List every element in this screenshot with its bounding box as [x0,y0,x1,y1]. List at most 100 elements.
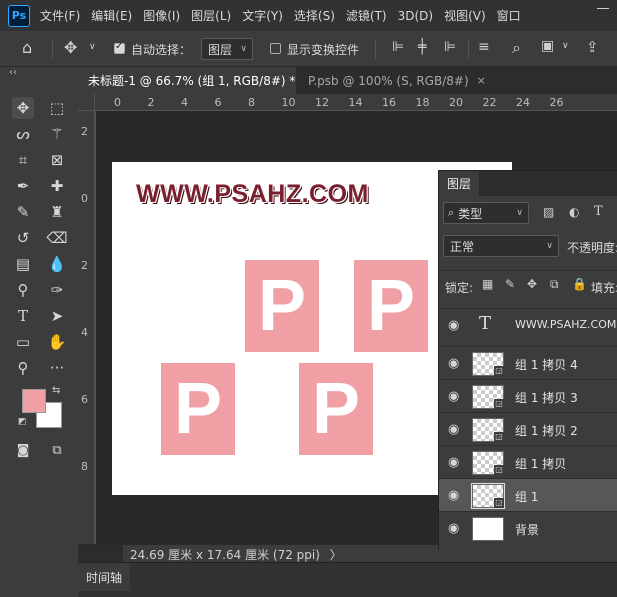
dodge-tool-icon[interactable]: ⚲ [12,279,34,301]
lock-label: 锁定: [445,281,474,295]
move-tool-icon[interactable]: ✥ [64,38,77,57]
layer-row[interactable]: ◉ ◲ 组 1 拷贝 3 [439,379,617,412]
eye-icon[interactable]: ◉ [448,389,459,404]
eye-icon[interactable]: ◉ [448,455,459,470]
eraser-tool-icon[interactable]: ⌫ [46,227,68,249]
auto-select-checkbox[interactable] [114,41,125,54]
zoom-field[interactable] [78,545,123,562]
smart-object-icon: ◲ [494,432,504,442]
eye-icon[interactable]: ◉ [448,422,459,437]
tab-untitled-1[interactable]: 未标题-1 @ 66.7% (组 1, RGB/8#) * × [78,67,313,94]
marquee-tool-icon[interactable]: ⬚ [46,97,68,119]
close-icon[interactable]: × [477,74,486,87]
menu-window[interactable]: 窗口 [497,7,521,24]
quick-mask-icon[interactable]: ◙ [12,439,34,461]
align-center-icon[interactable]: ╪ [418,39,426,55]
eye-icon[interactable]: ◉ [448,356,459,371]
default-colors-icon[interactable]: ◩ [18,417,27,427]
tab-layers[interactable]: 图层 [439,171,479,196]
history-brush-tool-icon[interactable]: ↺ [12,227,34,249]
p-tile: P [161,363,235,455]
frame-tool-icon[interactable]: ⊠ [46,149,68,171]
menu-image[interactable]: 图像(I) [143,7,180,24]
layer-row[interactable]: ◉ T WWW.PSAHZ.COM [439,308,617,341]
blend-mode-dropdown[interactable]: 正常 ∨ [443,235,559,257]
stamp-tool-icon[interactable]: ♜ [46,201,68,223]
swap-colors-icon[interactable]: ⇆ [52,385,60,396]
lock-pixels-icon[interactable]: ✎ [505,277,515,291]
ruler-number: 20 [449,96,463,109]
menu-view[interactable]: 视图(V) [444,7,486,24]
workspace-icon[interactable]: ▣ [541,38,554,54]
eye-icon[interactable]: ◉ [448,521,459,536]
layer-row[interactable]: ◉ 背景 [439,511,617,544]
tab-timeline[interactable]: 时间轴 [78,563,130,591]
layer-thumbnail: ◲ [472,451,504,475]
menu-type[interactable]: 文字(Y) [242,7,283,24]
eye-icon[interactable]: ◉ [448,488,459,503]
foreground-color-swatch[interactable] [22,389,46,413]
tab-p-psb[interactable]: P.psb @ 100% (S, RGB/8#) × [298,67,494,94]
layer-filter-dropdown[interactable]: ⌕ 类型 ∨ [443,202,529,224]
menu-layer[interactable]: 图层(L) [191,7,231,24]
eye-icon[interactable]: ◉ [448,318,459,333]
search-icon[interactable]: ⌕ [512,38,521,58]
tools-panel: ‹‹ ✥ ⬚ ᔕ ⚚ ⌗ ⊠ ✒ ✚ ✎ ♜ ↺ ⌫ ▤ 💧 ⚲ ✑ T ➤ ▭… [0,67,78,597]
smart-object-icon: ◲ [494,498,504,508]
type-filter-icon[interactable]: T [594,204,603,219]
more-tools-icon[interactable]: ··· [46,357,68,379]
document-size-text[interactable]: 24.69 厘米 x 17.64 厘米 (72 ppi) 〉 [130,546,342,563]
type-tool-icon[interactable]: T [12,305,34,327]
ruler-number: 22 [482,96,497,109]
screen-mode-icon[interactable]: ⧉ [46,439,68,461]
image-filter-icon[interactable]: ▨ [543,205,554,219]
layer-row-selected[interactable]: ◉ ◲ 组 1 [439,478,617,511]
adjustment-filter-icon[interactable]: ◐ [569,205,579,219]
brush-tool-icon[interactable]: ✎ [12,201,34,223]
chevron-down-icon[interactable]: ∨ [89,42,96,52]
healing-brush-tool-icon[interactable]: ✚ [46,175,68,197]
lock-position-icon[interactable]: ✥ [527,277,537,291]
menu-edit[interactable]: 编辑(E) [91,7,132,24]
chevron-down-icon[interactable]: ∨ [562,41,569,51]
home-icon[interactable]: ⌂ [22,38,32,57]
hand-tool-icon[interactable]: ✋ [46,331,68,353]
p-letter: P [366,266,416,346]
path-selection-tool-icon[interactable]: ➤ [46,305,68,327]
ruler-number: 0 [81,192,88,205]
lock-all-icon[interactable]: 🔒 [572,277,587,291]
rectangle-tool-icon[interactable]: ▭ [12,331,34,353]
ruler-origin[interactable] [78,94,95,111]
menu-3d[interactable]: 3D(D) [398,9,433,23]
search-icon: ⌕ [448,206,455,219]
minimize-icon[interactable] [597,8,609,9]
lock-artboard-icon[interactable]: ⧉ [550,277,559,292]
menu-filter[interactable]: 滤镜(T) [346,7,387,24]
magic-wand-tool-icon[interactable]: ⚚ [46,123,68,145]
align-left-icon[interactable]: ⊫ [392,39,404,55]
lasso-tool-icon[interactable]: ᔕ [12,123,34,145]
blur-tool-icon[interactable]: 💧 [46,253,68,275]
status-arrow-icon[interactable]: 〉 [330,548,342,562]
auto-select-target-dropdown[interactable]: 图层 ∨ [201,38,253,60]
layer-name: 组 1 [515,490,539,504]
layer-row[interactable]: ◉ ◲ 组 1 拷贝 [439,445,617,478]
menu-file[interactable]: 文件(F) [40,7,80,24]
auto-select-label: 自动选择： [131,43,192,57]
layer-row[interactable]: ◉ ◲ 组 1 拷贝 2 [439,412,617,445]
ruler-number: 0 [114,96,121,109]
pen-tool-icon[interactable]: ✑ [46,279,68,301]
crop-tool-icon[interactable]: ⌗ [12,149,34,171]
zoom-tool-icon[interactable]: ⚲ [12,357,34,379]
gradient-tool-icon[interactable]: ▤ [12,253,34,275]
show-transform-checkbox[interactable] [270,43,281,54]
align-right-icon[interactable]: ⊫ [444,39,456,55]
menu-select[interactable]: 选择(S) [294,7,335,24]
layer-row[interactable]: ◉ ◲ 组 1 拷贝 4 [439,346,617,379]
move-tool-icon[interactable]: ✥ [12,97,34,119]
distribute-icon[interactable]: ≡ [478,39,490,55]
share-icon[interactable]: ⇪ [586,38,599,56]
collapse-panel-icon[interactable]: ‹‹ [9,67,17,78]
eyedropper-tool-icon[interactable]: ✒ [12,175,34,197]
lock-transparent-icon[interactable]: ▦ [482,277,493,291]
